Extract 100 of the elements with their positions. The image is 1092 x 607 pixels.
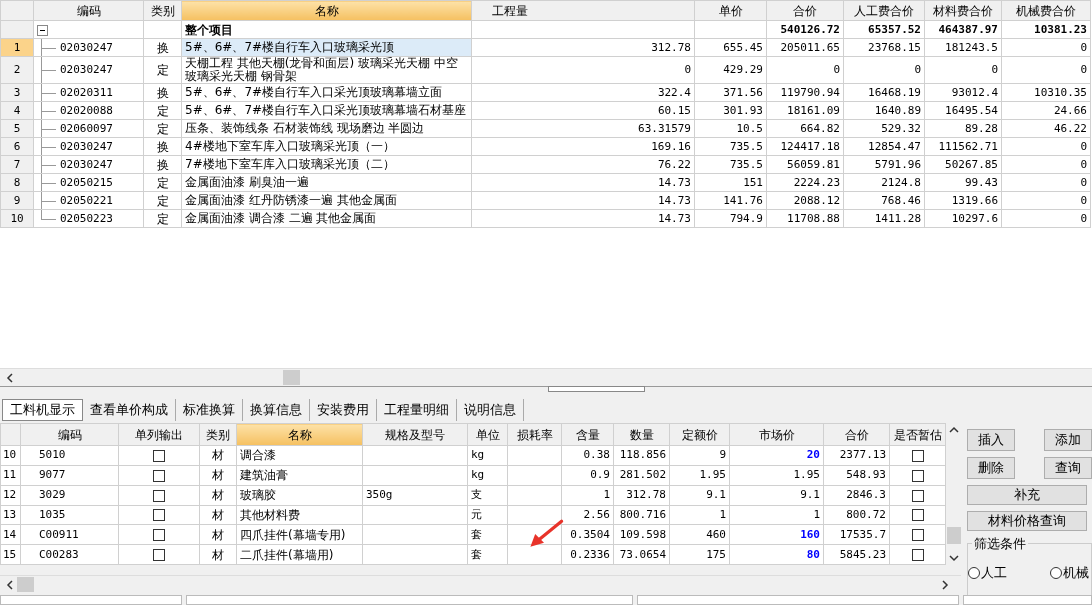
table-cell: 16495.54 [924,101,1002,120]
supplement-button[interactable]: 补充 [967,485,1088,505]
table-cell: 0 [924,56,1002,84]
column-header[interactable]: 数量 [613,423,670,446]
column-header[interactable]: 编码 [20,423,119,446]
table-cell: 换 [143,38,182,57]
table-cell: kg [467,445,508,466]
table-cell: 14.73 [471,173,695,192]
radio-option[interactable]: 人工 [968,564,1008,582]
table-cell: 天棚工程 其他天棚(龙骨和面层) 玻璃采光天棚 中空玻璃采光天棚 钢骨架 [181,56,472,84]
row-number[interactable]: 12 [0,485,21,505]
row-number[interactable]: 13 [0,505,21,525]
column-header[interactable]: 规格及型号 [362,423,468,446]
table-cell: 540126.72 [766,20,844,39]
table-cell: 56059.81 [766,155,844,174]
table-cell: 0 [471,56,695,84]
row-number[interactable]: 15 [0,544,21,565]
column-header[interactable]: 材料费合价 [924,0,1002,21]
query-button[interactable]: 查询 [1044,457,1092,479]
delete-button[interactable]: 删除 [967,457,1016,479]
table-cell: 0 [1001,209,1091,228]
column-header[interactable]: 合价 [823,423,890,446]
table-cell: 181243.5 [924,38,1002,57]
column-header[interactable]: 名称 [236,423,363,446]
column-header[interactable]: 合价 [766,0,844,21]
table-cell: 301.93 [694,101,767,120]
table-cell: 换 [143,155,182,174]
table-cell: 2846.3 [823,485,890,505]
table-cell: 02030247 [60,157,113,171]
row-number[interactable]: 14 [0,524,21,545]
table-cell: 1035 [20,505,119,525]
table-cell: 元 [467,505,508,525]
column-header[interactable]: 机械费合价 [1001,0,1091,21]
tab[interactable]: 工料机显示 [2,399,83,421]
table-cell: 建筑油膏 [236,465,363,486]
column-header[interactable]: 定额价 [669,423,730,446]
table-cell: 17535.7 [823,524,890,545]
price-query-button[interactable]: 材料价格查询 [967,511,1088,531]
table-cell: 124417.18 [766,137,844,156]
table-cell: 定 [143,101,182,120]
table-cell: 0.9 [561,465,614,486]
table-cell: 0 [1001,155,1091,174]
table-cell: 281.502 [613,465,670,486]
row-number[interactable]: 10 [0,445,21,466]
table-cell: 119790.94 [766,83,844,102]
column-header[interactable]: 工程量 [471,0,695,21]
table-cell: 套 [467,524,508,545]
insert-button[interactable]: 插入 [967,429,1016,451]
table-cell: 312.78 [471,38,695,57]
column-header[interactable]: 名称 [181,0,472,21]
table-cell: 0.2336 [561,544,614,565]
table-cell: 10310.35 [1001,83,1091,102]
table-cell: 1 [561,485,614,505]
table-cell: 768.46 [843,191,925,210]
table-cell: 24.66 [1001,101,1091,120]
table-cell: C00283 [20,544,119,565]
add-button[interactable]: 添加 [1044,429,1092,451]
table-cell: 118.856 [613,445,670,466]
column-header[interactable]: 编码 [33,0,144,21]
column-header[interactable]: 单列输出 [118,423,200,446]
table-cell: 175 [669,544,730,565]
table-cell: 0 [766,56,844,84]
row-number[interactable]: 2 [0,56,34,84]
table-cell: 50267.85 [924,155,1002,174]
table-cell: 4#楼地下室车库入口玻璃采光顶（一） [181,137,472,156]
tab[interactable]: 换算信息 [243,399,310,421]
tab[interactable]: 查看单价构成 [83,399,176,421]
column-header[interactable]: 类别 [199,423,237,446]
table-cell: 735.5 [694,155,767,174]
column-header[interactable]: 单位 [467,423,508,446]
tab[interactable]: 安装费用 [310,399,377,421]
table-cell: 其他材料费 [236,505,363,525]
table-cell: C00911 [20,524,119,545]
table-cell: 20 [729,445,824,466]
table-cell: 定 [143,209,182,228]
table-cell: 1.95 [729,465,824,486]
tab[interactable]: 说明信息 [457,399,524,421]
column-header[interactable]: 含量 [561,423,614,446]
table-cell: 80 [729,544,824,565]
table-cell: 350g [362,485,468,505]
table-cell: 压条、装饰线条 石材装饰线 现场磨边 半圆边 [181,119,472,138]
radio-option[interactable]: 机械 [1050,564,1089,582]
tab[interactable]: 标准换算 [176,399,243,421]
column-header[interactable]: 是否暂估 [889,423,946,446]
table-cell: 111562.71 [924,137,1002,156]
table-cell: 151 [694,173,767,192]
table-cell: 2088.12 [766,191,844,210]
tab[interactable]: 工程量明细 [377,399,457,421]
table-cell: 9.1 [729,485,824,505]
column-header[interactable]: 人工费合价 [843,0,925,21]
table-cell: 63.31579 [471,119,695,138]
table-cell: 材 [199,445,237,466]
table-cell: 18161.09 [766,101,844,120]
column-header[interactable]: 单价 [694,0,767,21]
column-header[interactable]: 类别 [143,0,182,21]
table-cell: 0.3504 [561,524,614,545]
column-header[interactable]: 市场价 [729,423,824,446]
row-number[interactable]: 11 [0,465,21,486]
column-header[interactable]: 损耗率 [507,423,562,446]
table-cell: 371.56 [694,83,767,102]
